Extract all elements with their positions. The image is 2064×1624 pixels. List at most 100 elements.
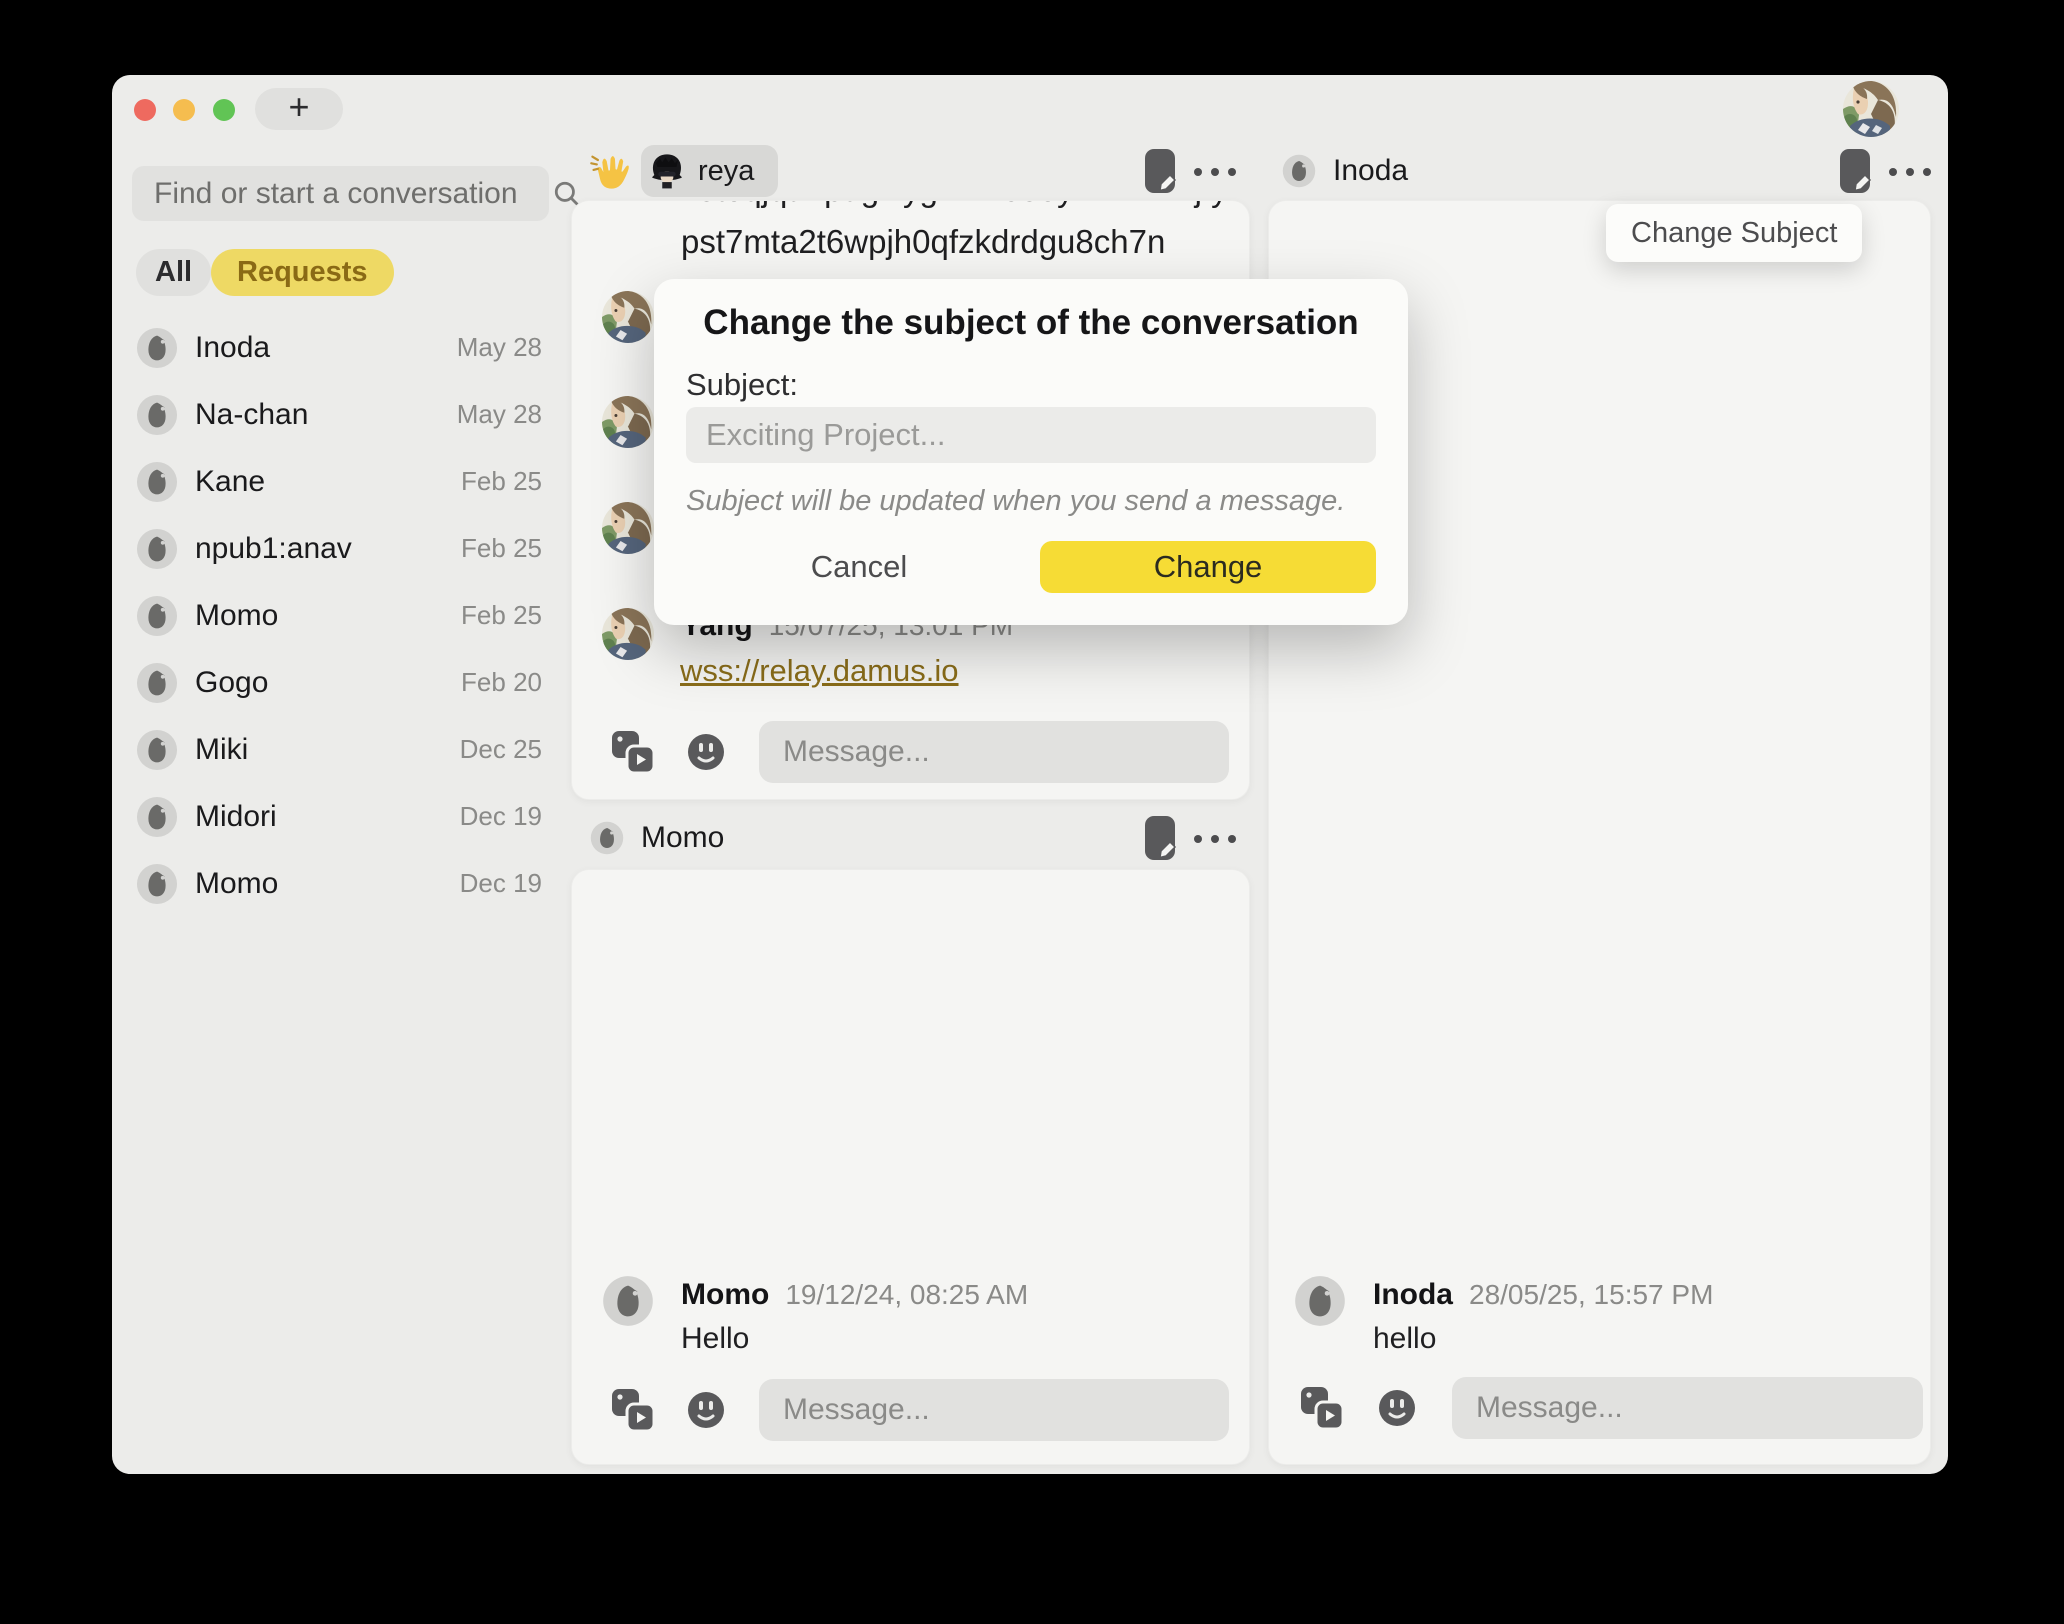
conversation-list-item[interactable]: Momo Feb 25 — [136, 582, 548, 649]
message-text: Hello — [681, 1322, 749, 1356]
subject-label: Subject: — [686, 367, 798, 403]
default-bird-avatar — [136, 729, 178, 771]
conversation-name: Midori — [195, 800, 277, 834]
message-meta: Inoda 28/05/25, 15:57 PM — [1373, 1278, 1713, 1312]
conversation-name: Momo — [195, 599, 278, 633]
conversation-name: Gogo — [195, 666, 268, 700]
message-meta: Momo 19/12/24, 08:25 AM — [681, 1278, 1028, 1312]
default-bird-avatar — [136, 461, 178, 503]
conversation-name: npub1:anav — [195, 532, 352, 566]
momo-avatar — [602, 1275, 654, 1327]
change-subject-note-icon[interactable] — [1140, 147, 1180, 200]
chat-title-label: Inoda — [1333, 154, 1408, 188]
default-bird-avatar — [136, 796, 178, 838]
chat-title-label: reya — [698, 155, 754, 188]
conversation-list: Inoda May 28 Na-chan May 28 Kane Feb 25 … — [136, 314, 548, 917]
conversation-list-item[interactable]: Momo Dec 19 — [136, 850, 548, 917]
default-bird-avatar — [136, 394, 178, 436]
yang-avatar — [602, 608, 654, 660]
emoji-picker-icon[interactable] — [686, 732, 726, 772]
yang-avatar — [602, 396, 654, 448]
filter-tab-all[interactable]: All — [136, 249, 211, 296]
dialog-title: Change the subject of the conversation — [654, 303, 1408, 343]
reya-avatar — [648, 152, 686, 190]
conversation-name: Na-chan — [195, 398, 308, 432]
chat-title-momo[interactable]: Momo — [590, 821, 724, 855]
conversation-name: Miki — [195, 733, 248, 767]
cancel-button[interactable]: Cancel — [774, 541, 944, 593]
inoda-avatar — [1294, 1275, 1346, 1327]
more-options-icon[interactable] — [1887, 165, 1933, 183]
relay-link[interactable]: wss://relay.damus.io — [680, 653, 959, 689]
chat-title-inoda[interactable]: Inoda — [1282, 154, 1408, 188]
filter-tab-requests[interactable]: Requests — [211, 249, 394, 296]
attach-media-icon[interactable] — [610, 1387, 656, 1433]
default-bird-avatar — [1282, 154, 1316, 188]
search-input[interactable] — [132, 177, 552, 211]
desktop: + — [0, 0, 2064, 1624]
npub-line-clipped: kotoqjqtmpdgzlygn4nf3ooyhzknvvnjfy — [681, 200, 1228, 209]
conversation-list-item[interactable]: Na-chan May 28 — [136, 381, 548, 448]
conversation-list-item[interactable]: Inoda May 28 — [136, 314, 548, 381]
message-timestamp: 28/05/25, 15:57 PM — [1469, 1279, 1713, 1311]
message-input[interactable] — [759, 1379, 1229, 1441]
zoom-window-button[interactable] — [213, 99, 235, 121]
conversation-date: Feb 25 — [461, 533, 542, 564]
change-button[interactable]: Change — [1040, 541, 1376, 593]
message-sender: Momo — [681, 1278, 769, 1312]
change-subject-tooltip: Change Subject — [1606, 204, 1862, 262]
attach-media-icon[interactable] — [610, 729, 656, 775]
conversation-list-item[interactable]: Miki Dec 25 — [136, 716, 548, 783]
account-avatar[interactable] — [1843, 81, 1899, 137]
emoji-picker-icon[interactable] — [686, 1390, 726, 1430]
message-input[interactable] — [759, 721, 1229, 783]
conversation-date: Feb 25 — [461, 466, 542, 497]
conversation-date: Dec 19 — [460, 801, 542, 832]
conversation-date: May 28 — [457, 332, 542, 363]
conversation-date: Feb 25 — [461, 600, 542, 631]
default-bird-avatar — [136, 528, 178, 570]
message-sender: Inoda — [1373, 1278, 1453, 1312]
npub-line: pst7mta2t6wpjh0qfzkdrdgu8ch7n — [681, 223, 1165, 261]
attach-media-icon[interactable] — [1299, 1385, 1345, 1431]
yang-avatar — [602, 502, 654, 554]
subject-note: Subject will be updated when you send a … — [686, 485, 1345, 518]
wave-hand-icon — [588, 149, 632, 193]
conversation-name: Momo — [195, 867, 278, 901]
message-input[interactable] — [1452, 1377, 1923, 1439]
conversation-list-item[interactable]: npub1:anav Feb 25 — [136, 515, 548, 582]
change-subject-note-icon[interactable] — [1140, 814, 1180, 867]
conversation-list-item[interactable]: Kane Feb 25 — [136, 448, 548, 515]
minimize-window-button[interactable] — [173, 99, 195, 121]
default-bird-avatar — [136, 595, 178, 637]
conversation-name: Kane — [195, 465, 265, 499]
message-timestamp: 19/12/24, 08:25 AM — [785, 1279, 1028, 1311]
close-window-button[interactable] — [134, 99, 156, 121]
more-options-icon[interactable] — [1192, 832, 1238, 850]
new-tab-button[interactable]: + — [255, 88, 343, 130]
default-bird-avatar — [136, 662, 178, 704]
chat-panel-momo: Momo 19/12/24, 08:25 AM Hello — [571, 869, 1250, 1465]
change-subject-dialog: Change the subject of the conversation S… — [654, 279, 1408, 625]
chat-title-reya[interactable]: reya — [641, 145, 778, 197]
app-window: + — [112, 75, 1948, 1474]
conversation-date: Dec 25 — [460, 734, 542, 765]
default-bird-avatar — [136, 327, 178, 369]
conversation-list-item[interactable]: Gogo Feb 20 — [136, 649, 548, 716]
subject-input[interactable] — [686, 407, 1376, 463]
conversation-date: May 28 — [457, 399, 542, 430]
chat-title-label: Momo — [641, 821, 724, 855]
message-text: hello — [1373, 1322, 1436, 1356]
conversation-date: Dec 19 — [460, 868, 542, 899]
yang-avatar — [602, 291, 654, 343]
conversation-list-item[interactable]: Midori Dec 19 — [136, 783, 548, 850]
default-bird-avatar — [590, 821, 624, 855]
change-subject-note-icon[interactable] — [1835, 147, 1875, 200]
account-menu[interactable] — [1843, 81, 1948, 141]
emoji-picker-icon[interactable] — [1377, 1388, 1417, 1428]
default-bird-avatar — [136, 863, 178, 905]
conversation-search — [132, 166, 549, 221]
conversation-name: Inoda — [195, 331, 270, 365]
more-options-icon[interactable] — [1192, 165, 1238, 183]
conversation-date: Feb 20 — [461, 667, 542, 698]
